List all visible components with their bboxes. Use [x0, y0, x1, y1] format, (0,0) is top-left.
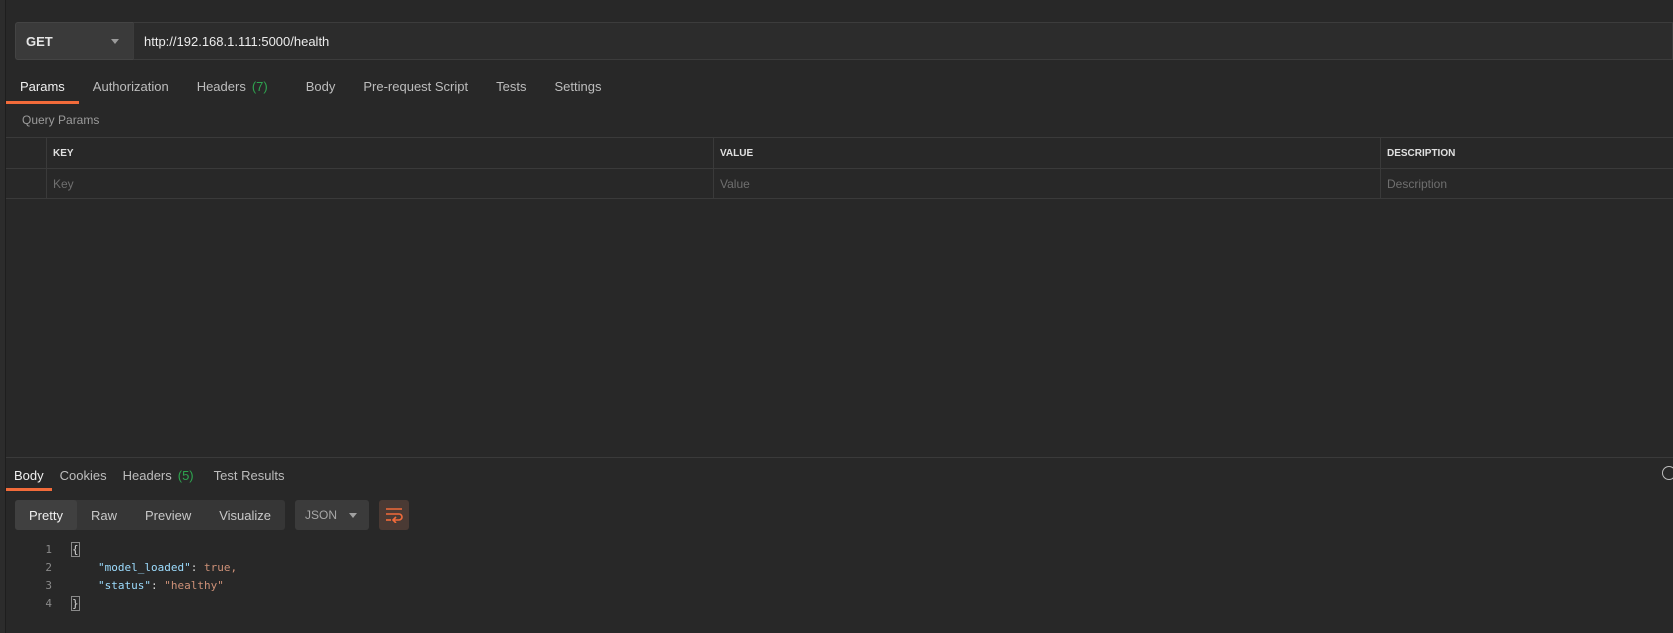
response-tab-body[interactable]: Body: [6, 459, 52, 491]
response-tab-headers[interactable]: Headers (5): [115, 459, 202, 491]
wrap-lines-icon: [386, 508, 403, 523]
wrap-lines-button[interactable]: [379, 500, 410, 530]
tab-label: Body: [14, 467, 44, 483]
chevron-down-icon: [349, 513, 358, 518]
line-number: 2: [45, 560, 52, 574]
line-number: 3: [45, 578, 52, 592]
method-select[interactable]: GET: [15, 22, 133, 60]
params-table: KEY VALUE DESCRIPTION Key Value Descript…: [6, 137, 1673, 199]
tab-label: Tests: [496, 78, 527, 94]
tab-label: Settings: [554, 78, 602, 94]
view-preview-button[interactable]: Preview: [131, 500, 205, 530]
response-tab-test-results[interactable]: Test Results: [202, 459, 293, 491]
column-header-value: VALUE: [713, 138, 1380, 168]
view-mode-segment: Pretty Raw Preview Visualize: [15, 500, 286, 530]
url-text: http://192.168.1.111:5000/health: [144, 33, 330, 49]
chevron-down-icon: [111, 39, 119, 44]
key-placeholder: Key: [53, 176, 74, 191]
view-visualize-button[interactable]: Visualize: [205, 500, 285, 530]
tab-body[interactable]: Body: [292, 68, 350, 104]
method-label: GET: [26, 33, 53, 49]
tab-pre-request-script[interactable]: Pre-request Script: [349, 68, 482, 104]
json-key: "status": [98, 578, 151, 592]
response-toolbar: Pretty Raw Preview Visualize JSON: [15, 500, 410, 530]
json-key: "model_loaded": [98, 560, 191, 574]
code-line: 1 {: [30, 540, 237, 558]
json-brace: }: [71, 595, 80, 611]
format-label: JSON: [305, 508, 338, 522]
tab-label: Headers: [122, 467, 172, 483]
json-brace: {: [71, 541, 80, 557]
view-pretty-button[interactable]: Pretty: [15, 500, 77, 530]
tab-label: Authorization: [92, 78, 169, 94]
column-header-key: KEY: [46, 138, 713, 168]
description-placeholder: Description: [1387, 176, 1448, 191]
line-number: 1: [45, 542, 52, 556]
table-header-row: KEY VALUE DESCRIPTION: [6, 137, 1673, 168]
tab-label: Body: [305, 78, 336, 94]
key-input[interactable]: Key: [46, 169, 713, 198]
tab-headers[interactable]: Headers (7): [183, 68, 292, 104]
tab-label: Headers: [196, 78, 246, 94]
value-placeholder: Value: [720, 176, 750, 191]
response-tabs: Body Cookies Headers (5) Test Results: [6, 459, 292, 491]
json-value: "healthy": [164, 578, 224, 592]
row-handle-cell: [6, 169, 46, 198]
headers-count-badge: (7): [251, 78, 268, 94]
tab-params[interactable]: Params: [6, 68, 79, 104]
line-number: 4: [45, 596, 52, 610]
description-input[interactable]: Description: [1380, 169, 1673, 198]
url-input[interactable]: http://192.168.1.111:5000/health: [133, 22, 1673, 60]
tab-label: Test Results: [213, 467, 285, 483]
response-divider[interactable]: [6, 457, 1673, 458]
query-params-label: Query Params: [22, 113, 100, 127]
code-line: 4 }: [30, 594, 237, 612]
table-row: Key Value Description: [6, 168, 1673, 199]
tab-authorization[interactable]: Authorization: [79, 68, 183, 104]
tab-settings[interactable]: Settings: [540, 68, 615, 104]
code-line: 2 "model_loaded": true,: [30, 558, 237, 576]
view-raw-button[interactable]: Raw: [77, 500, 131, 530]
request-tabs: Params Authorization Headers (7) Body Pr…: [6, 68, 615, 104]
response-body[interactable]: 1 { 2 "model_loaded": true, 3 "status": …: [30, 540, 237, 612]
code-line: 3 "status": "healthy": [30, 576, 237, 594]
format-select[interactable]: JSON: [295, 500, 370, 530]
tab-tests[interactable]: Tests: [482, 68, 540, 104]
tab-label: Pre-request Script: [363, 78, 469, 94]
url-bar: GET http://192.168.1.111:5000/health: [15, 22, 1673, 60]
response-tab-cookies[interactable]: Cookies: [52, 459, 115, 491]
tab-label: Params: [20, 78, 65, 94]
response-headers-count-badge: (5): [177, 467, 194, 483]
tab-label: Cookies: [59, 467, 107, 483]
column-header-description: DESCRIPTION: [1380, 138, 1673, 168]
json-value: true,: [203, 560, 238, 574]
value-input[interactable]: Value: [713, 169, 1380, 198]
globe-icon[interactable]: [1662, 466, 1673, 480]
row-handle-cell: [6, 138, 46, 168]
